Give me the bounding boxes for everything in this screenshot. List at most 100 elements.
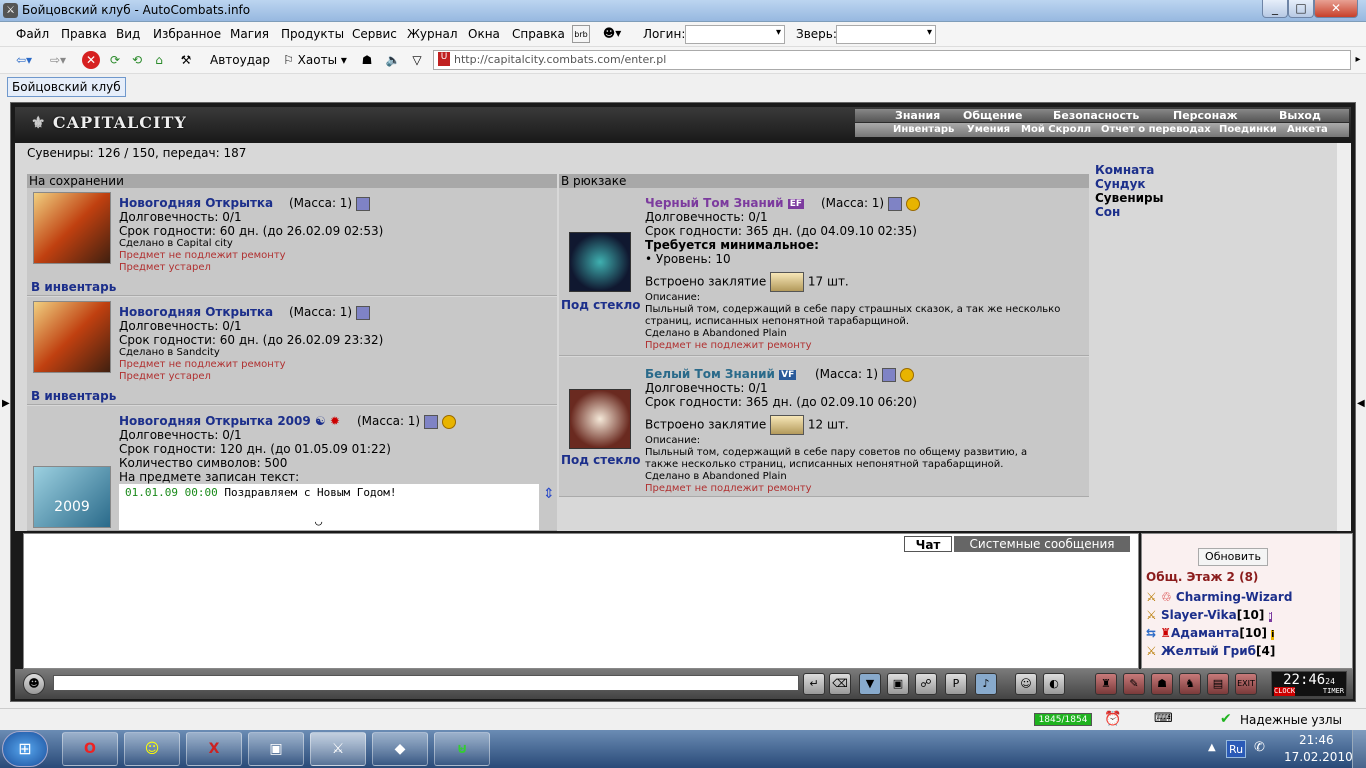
fighter-icon[interactable]: ☍ [915,673,937,695]
explorer-taskbar-icon[interactable]: ▣ [248,732,304,766]
tab-chat[interactable]: Чат [904,536,952,552]
right-panel-arrow-icon[interactable]: ◀ [1357,398,1365,409]
users-scrollbar[interactable] [1340,534,1352,668]
refresh-button[interactable]: Обновить [1198,548,1268,566]
chest-icon[interactable]: ▤ [1207,673,1229,695]
minimize-button[interactable]: _ [1262,0,1288,18]
brb-icon[interactable]: brb [572,25,590,43]
xcv-taskbar-icon[interactable]: X [186,732,242,766]
menu-file[interactable]: Файл [16,27,49,41]
nav-skills[interactable]: Умения [967,124,1010,135]
nav-room[interactable]: Комната [1095,163,1164,177]
item-mass: (Масса: 1) [289,305,370,320]
to-inventory-link[interactable]: В инвентарь [31,389,116,403]
fight-icon[interactable]: ♞ [1179,673,1201,695]
address-bar[interactable]: U http://capitalcity.combats.com/enter.p… [433,50,1351,70]
home-icon[interactable]: ⌂ [150,51,168,69]
messenger-taskbar-icon[interactable]: ☺ [124,732,180,766]
filter-icon[interactable]: ▽ [408,51,426,69]
nav-security[interactable]: Безопасность [1053,109,1139,122]
nav-sleep[interactable]: Сон [1095,205,1164,219]
item-name[interactable]: Новогодняя Открытка [119,196,273,210]
nav-chest[interactable]: Сундук [1095,177,1164,191]
chat-input[interactable] [53,675,799,691]
address-arrow-icon[interactable]: ▸ [1352,51,1364,69]
notepad-taskbar-icon[interactable]: ◆ [372,732,428,766]
menu-favorites[interactable]: Избранное [153,27,221,41]
item-name[interactable]: Белый Том Знаний VF [645,367,797,381]
speaker-head-icon[interactable]: ☻ [23,673,45,695]
music-icon[interactable]: ♪ [975,673,997,695]
refresh-icon[interactable]: ⟳ [106,51,124,69]
menu-edit[interactable]: Правка [61,27,107,41]
exit-icon[interactable]: EXIT [1235,673,1257,695]
beast-combo[interactable] [836,25,936,44]
mask-icon[interactable]: ◐ [1043,673,1065,695]
cup-taskbar-icon[interactable]: ⊌ [434,732,490,766]
menu-service[interactable]: Сервис [352,27,397,41]
inventory-icon[interactable]: ☗ [358,51,376,69]
login-combo[interactable] [685,25,785,44]
translit-icon[interactable]: P [945,673,967,695]
user-row[interactable]: ⚔ Желтый Гриб[4] [1146,644,1275,658]
nav-communication[interactable]: Общение [963,109,1022,122]
forward-icon[interactable]: ⇨▾ [44,51,72,69]
scroll-arrows-icon[interactable]: ⇕ [543,486,555,502]
alarm-icon[interactable]: ⏰ [1104,711,1121,727]
back-icon[interactable]: ⇦▾ [10,51,38,69]
sword-icon[interactable]: ✎ [1123,673,1145,695]
item-name[interactable]: Новогодняя Открытка [119,305,273,319]
nav-profile[interactable]: Анкета [1287,124,1328,135]
nav-my-scroll[interactable]: Мой Скролл [1021,124,1091,135]
menu-magic[interactable]: Магия [230,27,269,41]
maximize-button[interactable]: □ [1288,0,1314,18]
eraser-icon[interactable]: ⌫ [829,673,851,695]
bag-icon[interactable]: ♜ [1095,673,1117,695]
start-button[interactable]: ⊞ [2,731,48,767]
menu-view[interactable]: Вид [116,27,140,41]
opera-taskbar-icon[interactable]: O [62,732,118,766]
under-glass-link[interactable]: Под стекло [561,298,641,312]
user-row[interactable]: ⚔ Slayer-Vika[10] i [1146,608,1272,622]
combats-taskbar-icon[interactable]: ⚔ [310,732,366,766]
user-row[interactable]: ⚔ ♲ Charming-Wizard [1146,590,1292,604]
stop-icon[interactable]: ✕ [82,51,100,69]
to-inventory-link[interactable]: В инвентарь [31,280,116,294]
menu-journal[interactable]: Журнал [407,27,458,41]
network-icon[interactable]: ⌨ [1154,711,1173,726]
save-icon[interactable]: ▣ [887,673,909,695]
nav-fights[interactable]: Поединки [1219,124,1277,135]
nav-inventory[interactable]: Инвентарь [893,124,954,135]
smiley-menu-icon[interactable]: ☻▾ [598,24,626,42]
item-name[interactable]: Черный Том Знаний EF [645,196,805,210]
reload-icon[interactable]: ⟲ [128,51,146,69]
content-scrollbar[interactable] [1337,143,1351,531]
nav-transfer-report[interactable]: Отчет о переводах [1101,124,1211,135]
chaos-dropdown[interactable]: ⚐ Хаоты ▾ [282,51,348,69]
tray-arrow-icon[interactable]: ▲ [1208,742,1216,753]
tray-app-icon[interactable]: ✆ [1254,740,1265,755]
nav-knowledge[interactable]: Знания [895,109,940,122]
nav-exit[interactable]: Выход [1279,109,1321,122]
under-glass-link[interactable]: Под стекло [561,453,641,467]
tools-icon[interactable]: ⚒ [177,51,195,69]
close-button[interactable]: ✕ [1314,0,1358,18]
menu-products[interactable]: Продукты [281,27,344,41]
character-icon[interactable]: ☗ [1151,673,1173,695]
sound-icon[interactable]: 🔈 [384,51,402,69]
filter-icon[interactable]: ▼ [859,673,881,695]
lang-indicator[interactable]: Ru [1226,740,1246,758]
user-row[interactable]: ⇆ ♜Адаманта[10] i [1146,626,1275,640]
autohit-dropdown[interactable]: Автоудар ▾ [207,51,273,85]
menu-windows[interactable]: Окна [468,27,500,41]
enter-icon[interactable]: ↵ [803,673,825,695]
item-name[interactable]: Новогодняя Открытка 2009 ☯ ✹ [119,414,340,428]
nav-character[interactable]: Персонаж [1173,109,1238,122]
tab-fight-club[interactable]: Бойцовский клуб [7,77,126,97]
show-desktop-button[interactable] [1352,730,1366,768]
left-panel-arrow-icon[interactable]: ▶ [2,398,10,409]
menu-help[interactable]: Справка [512,27,565,41]
nav-souvenirs[interactable]: Сувениры [1095,191,1164,205]
smiles-icon[interactable]: ☺ [1015,673,1037,695]
tab-system-messages[interactable]: Системные сообщения [954,536,1130,552]
